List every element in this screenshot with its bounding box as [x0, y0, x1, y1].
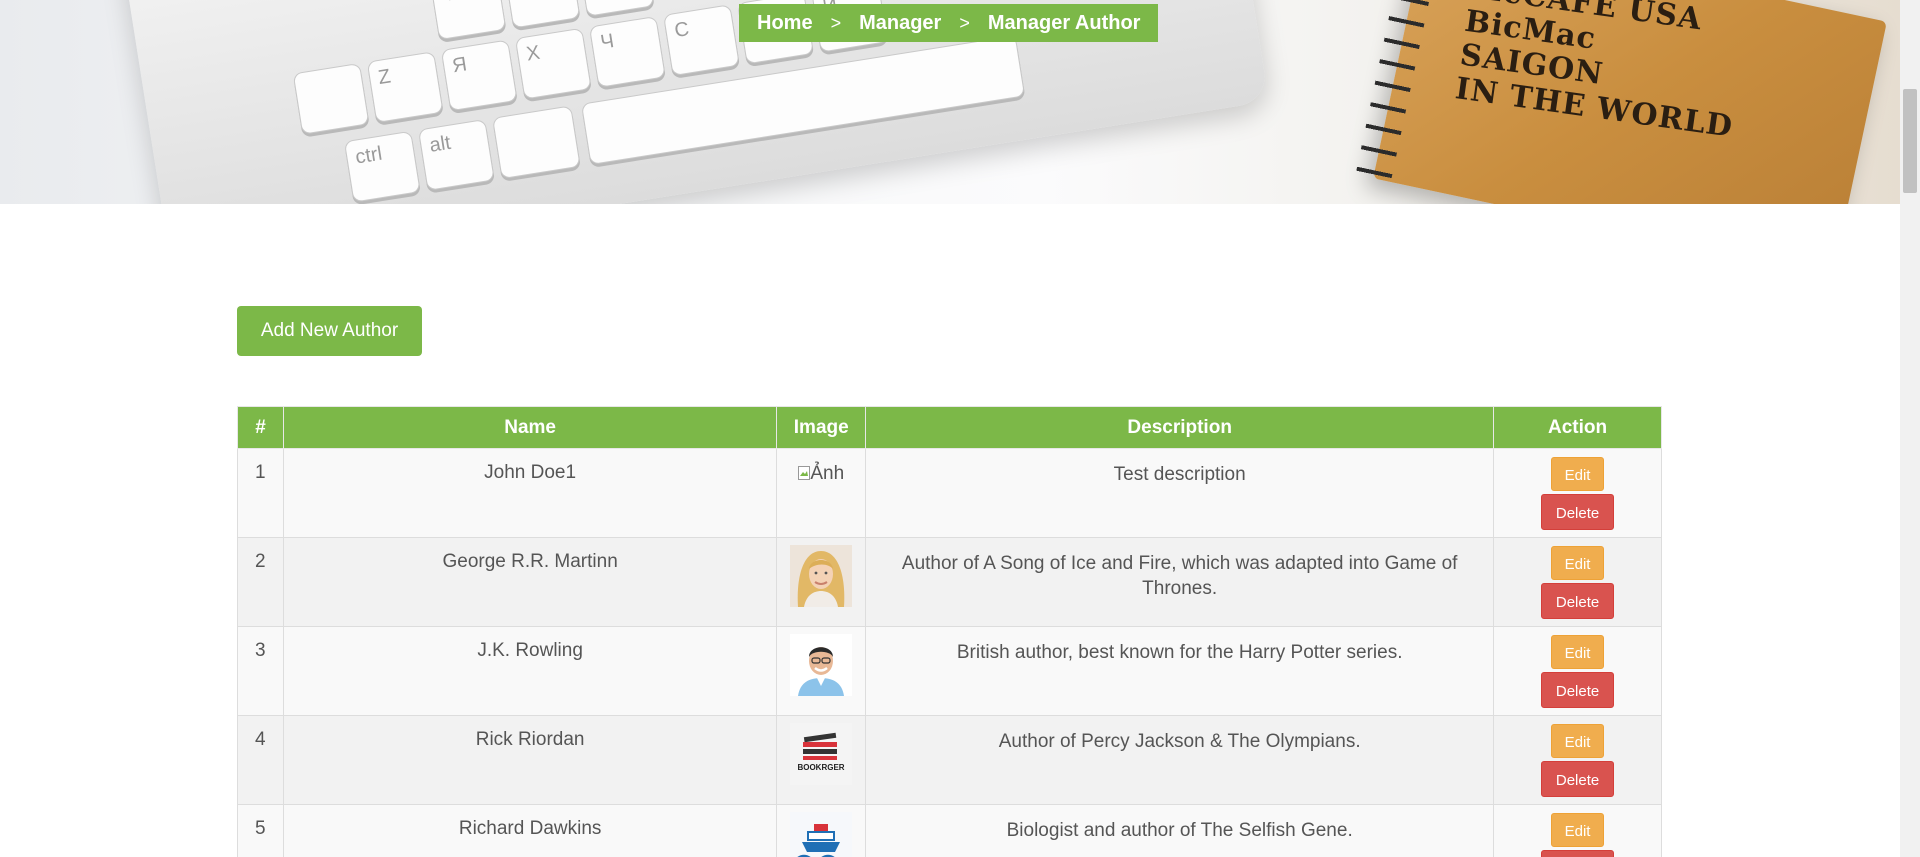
- author-name: J.K. Rowling: [282, 626, 778, 716]
- key: Я: [440, 39, 518, 112]
- bookrger-logo: BOOKRGER: [790, 723, 853, 785]
- delete-button[interactable]: Delete: [1541, 583, 1615, 619]
- author-photo-woman: [790, 545, 853, 607]
- table-row: 2 George R.R. Martinn Author of A Song o…: [237, 537, 1662, 627]
- edit-button[interactable]: Edit: [1551, 724, 1605, 758]
- logo-text: BOOKRGER: [798, 763, 845, 772]
- page: Z Я Х Ч С М И ctrl alt Φ Ы В McCAFÉ USA …: [0, 0, 1900, 857]
- image-alt-text: Ảnh: [810, 463, 845, 484]
- spiral-rings: [1355, 0, 1445, 183]
- table-row: 5 Richard Dawkins Biologist and author o…: [237, 804, 1662, 857]
- key: [492, 105, 581, 180]
- key: Ч: [588, 15, 666, 88]
- broken-image-icon: Ảnh: [798, 463, 844, 485]
- action-cell: Edit Delete: [1493, 626, 1662, 716]
- chevron-right-icon: >: [959, 12, 970, 33]
- author-image-cell: BOOKRGER: [776, 715, 867, 805]
- row-number: 4: [237, 715, 284, 805]
- key: Ы: [503, 0, 581, 29]
- action-cell: Edit Delete: [1493, 715, 1662, 805]
- notebook-image: McCAFÉ USA BicMac SAIGON IN THE WORLD: [1355, 0, 1887, 204]
- author-name: John Doe1: [282, 448, 778, 538]
- scrollbar-thumb[interactable]: [1903, 89, 1917, 193]
- author-photo-man: [790, 634, 853, 696]
- delete-button[interactable]: Delete: [1541, 761, 1615, 797]
- action-cell: Edit Delete: [1493, 448, 1662, 538]
- table-row: 4 Rick Riordan BOOKRGER Author of Percy …: [237, 715, 1662, 805]
- row-number: 5: [237, 804, 284, 857]
- edit-button[interactable]: Edit: [1551, 813, 1605, 847]
- key: Z: [366, 51, 444, 124]
- key: ctrl: [343, 130, 421, 203]
- author-image-cell: Ảnh: [776, 448, 867, 538]
- row-number: 3: [237, 626, 284, 716]
- breadcrumb: Home > Manager > Manager Author: [739, 4, 1159, 42]
- key: С: [663, 4, 740, 77]
- column-header-number: #: [237, 406, 284, 449]
- delete-button[interactable]: Delete: [1541, 850, 1615, 857]
- row-number: 1: [237, 448, 284, 538]
- delete-button[interactable]: Delete: [1541, 672, 1615, 708]
- author-name: George R.R. Martinn: [282, 537, 778, 627]
- description-text: Test description: [1113, 464, 1246, 485]
- description-text: British author, best known for the Harry…: [956, 642, 1403, 663]
- description-text: Biologist and author of The Selfish Gene…: [1006, 820, 1353, 841]
- action-cell: Edit Delete: [1493, 537, 1662, 627]
- author-image-cell: [776, 804, 867, 857]
- key: alt: [417, 118, 495, 191]
- table-row: 1 John Doe1 Ảnh Test description Edit De…: [237, 448, 1662, 538]
- table-header-row: # Name Image Description Action: [237, 406, 1662, 449]
- column-header-image: Image: [776, 406, 867, 449]
- author-description: British author, best known for the Harry…: [865, 626, 1495, 716]
- author-name: Rick Riordan: [282, 715, 778, 805]
- add-new-author-button[interactable]: Add New Author: [237, 306, 422, 356]
- author-name: Richard Dawkins: [282, 804, 778, 857]
- author-description: Biologist and author of The Selfish Gene…: [865, 804, 1495, 857]
- edit-button[interactable]: Edit: [1551, 457, 1605, 491]
- row-number: 2: [237, 537, 284, 627]
- breadcrumb-manager[interactable]: Manager: [859, 12, 941, 35]
- key: Х: [514, 27, 592, 100]
- chevron-right-icon: >: [830, 12, 842, 33]
- author-description: Test description: [865, 448, 1495, 538]
- breadcrumb-home[interactable]: Home: [757, 12, 813, 35]
- column-header-action: Action: [1493, 406, 1662, 449]
- key: [292, 62, 370, 135]
- header-banner: Z Я Х Ч С М И ctrl alt Φ Ы В McCAFÉ USA …: [0, 0, 1900, 204]
- column-header-name: Name: [282, 406, 778, 449]
- author-image-cell: [776, 537, 867, 627]
- description-text: Author of A Song of Ice and Fire, which …: [901, 553, 1458, 599]
- author-description: Author of Percy Jackson & The Olympians.: [865, 715, 1495, 805]
- key: В: [577, 0, 655, 17]
- edit-button[interactable]: Edit: [1551, 546, 1605, 580]
- author-image-cell: [776, 626, 867, 716]
- edit-button[interactable]: Edit: [1551, 635, 1605, 669]
- column-header-description: Description: [865, 406, 1495, 449]
- author-description: Author of A Song of Ice and Fire, which …: [865, 537, 1495, 627]
- table-row: 3 J.K. Rowling British author, best know…: [237, 626, 1662, 716]
- breadcrumb-current: Manager Author: [987, 11, 1141, 34]
- ship-logo: [790, 812, 853, 857]
- notebook-cover-art: McCAFÉ USA BicMac SAIGON IN THE WORLD: [1446, 0, 1799, 204]
- key: Φ: [429, 0, 507, 41]
- page-scrollbar[interactable]: [1900, 0, 1920, 857]
- delete-button[interactable]: Delete: [1541, 494, 1615, 530]
- authors-table: # Name Image Description Action 1 John D…: [237, 406, 1662, 857]
- action-cell: Edit Delete: [1493, 804, 1662, 857]
- description-text: Author of Percy Jackson & The Olympians.: [998, 731, 1361, 752]
